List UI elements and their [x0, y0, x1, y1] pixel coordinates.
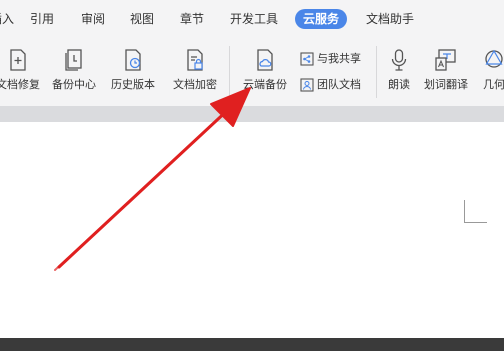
- tab-section[interactable]: 章节: [180, 9, 204, 29]
- shared-with-me-label: 与我共享: [317, 52, 361, 65]
- backup-center-button[interactable]: 备份中心: [48, 48, 100, 92]
- geometry-button[interactable]: 几何: [476, 48, 504, 92]
- microphone-icon: [391, 49, 407, 71]
- team-docs-icon: [300, 78, 314, 92]
- menu-tab-bar: 插入 引用 审阅 视图 章节 开发工具 云服务 文档助手: [0, 0, 504, 38]
- tab-references[interactable]: 引用: [30, 9, 54, 29]
- doc-repair-button[interactable]: 文档修复: [0, 48, 42, 92]
- translate-icon: [435, 49, 456, 71]
- backup-center-label: 备份中心: [52, 78, 96, 91]
- ribbon-toolbar: 文档修复 备份中心 历史版本 文档加密 云端备份 与我共享 团队文档 朗读 划词…: [0, 38, 504, 106]
- doc-repair-icon: [10, 49, 26, 71]
- geometry-icon: [485, 49, 503, 68]
- read-aloud-button[interactable]: 朗读: [382, 48, 416, 92]
- history-version-icon: [125, 49, 141, 71]
- tab-view[interactable]: 视图: [130, 9, 154, 29]
- backup-center-icon: [65, 49, 82, 71]
- doc-encrypt-button[interactable]: 文档加密: [168, 48, 222, 92]
- tab-cloud-service[interactable]: 云服务: [295, 9, 348, 29]
- history-version-button[interactable]: 历史版本: [106, 48, 160, 92]
- shared-with-me-button[interactable]: 与我共享: [300, 50, 361, 68]
- word-translate-button[interactable]: 划词翻译: [420, 48, 472, 92]
- doc-repair-label: 文档修复: [0, 78, 40, 91]
- ribbon-bottom-band: [0, 106, 504, 122]
- share-icon: [300, 52, 314, 66]
- page-corner-marker: [464, 200, 487, 223]
- ribbon-separator: [376, 46, 377, 98]
- ribbon-separator: [229, 46, 230, 98]
- cloud-backup-icon: [257, 49, 273, 71]
- team-docs-button[interactable]: 团队文档: [300, 76, 361, 94]
- doc-encrypt-icon: [187, 49, 203, 71]
- doc-encrypt-label: 文档加密: [173, 78, 217, 91]
- status-bar: [0, 338, 504, 351]
- geometry-label: 几何: [483, 78, 504, 91]
- tab-insert[interactable]: 插入: [0, 9, 14, 29]
- cloud-backup-button[interactable]: 云端备份: [238, 48, 292, 92]
- team-docs-label: 团队文档: [317, 78, 361, 91]
- read-aloud-label: 朗读: [388, 78, 410, 91]
- tab-review[interactable]: 审阅: [81, 9, 105, 29]
- history-version-label: 历史版本: [111, 78, 155, 91]
- tab-developer-tools[interactable]: 开发工具: [230, 9, 278, 29]
- cloud-backup-label: 云端备份: [243, 78, 287, 91]
- word-translate-label: 划词翻译: [424, 78, 468, 91]
- tab-doc-assistant[interactable]: 文档助手: [366, 9, 414, 29]
- document-page[interactable]: [0, 122, 504, 338]
